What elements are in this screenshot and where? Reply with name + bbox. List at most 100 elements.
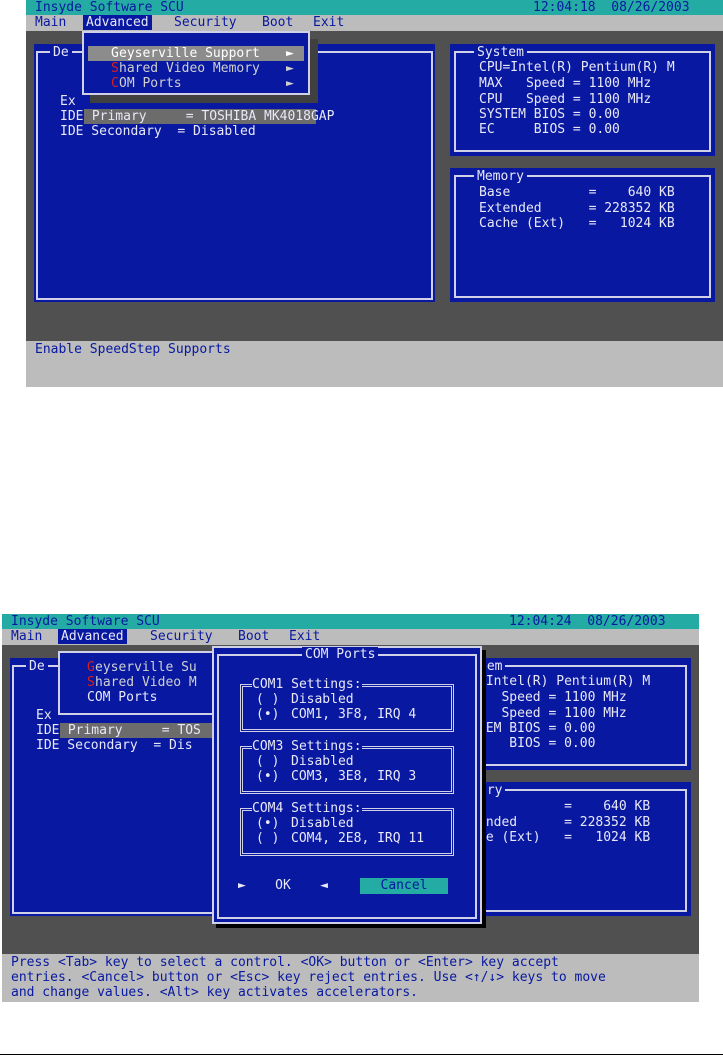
- ok-right-arrow-icon: ◄: [320, 878, 328, 893]
- menu-item-shared-video[interactable]: S hared Video Memory ►: [88, 61, 304, 76]
- system-row: EC BIOS = 0.00: [479, 122, 620, 137]
- system-row: MAX Speed = 1100 MHz: [479, 76, 652, 91]
- system-row: BIOS = 0.00: [478, 736, 596, 751]
- system-row: CPU=Intel(R) Pentium(R) M: [479, 60, 675, 75]
- com3-group-title: COM3 Settings:: [252, 739, 362, 754]
- system-row: SYSTEM BIOS = 0.00: [479, 107, 620, 122]
- menu-exit[interactable]: Exit: [289, 629, 320, 644]
- menu-item-text: eyserville Support: [119, 46, 260, 61]
- status-text: Enable SpeedStep Supports: [35, 342, 231, 357]
- accel-letter: C: [111, 76, 119, 91]
- system-row: TEM BIOS = 0.00: [478, 721, 596, 736]
- menu-security[interactable]: Security: [150, 629, 213, 644]
- com1-group-title: COM1 Settings:: [252, 677, 362, 692]
- submenu-arrow-icon: ►: [286, 61, 294, 76]
- com4-option-port[interactable]: COM4, 2E8, IRQ 11: [291, 831, 424, 846]
- menu-item-com-ports[interactable]: COM Ports: [64, 690, 222, 705]
- cancel-button[interactable]: Cancel: [360, 878, 448, 894]
- memory-row: Extended = 228352 KB: [479, 201, 675, 216]
- title-bar: Insyde Software SCU 12:04:18 08/26/2003: [26, 0, 723, 15]
- com3-option-port[interactable]: COM3, 3E8, IRQ 3: [291, 769, 416, 784]
- com4-group-title: COM4 Settings:: [252, 801, 362, 816]
- system-row: Speed = 1100 MHz: [478, 706, 627, 721]
- memory-row: e = 640 KB: [478, 799, 651, 814]
- ide-secondary-row[interactable]: IDE Secondary = Dis: [36, 738, 193, 753]
- memory-row: he (Ext) = 1024 KB: [478, 830, 651, 845]
- menu-bar: Main Advanced Security Boot Exit: [26, 15, 723, 31]
- status-bar: Enable SpeedStep Supports: [26, 341, 723, 387]
- ok-left-arrow-icon: ►: [238, 878, 246, 893]
- advanced-dropdown: G eyserville Su S hared Video M COM Port…: [58, 651, 228, 715]
- clock: 12:04:24 08/26/2003: [509, 614, 666, 629]
- radio-icon[interactable]: (•): [256, 816, 279, 831]
- status-text-line: and change values. <Alt> key activates a…: [11, 985, 418, 1000]
- com1-option-disabled[interactable]: Disabled: [291, 692, 354, 707]
- radio-icon[interactable]: ( ): [256, 692, 279, 707]
- ide-primary-prefix: IDE: [36, 723, 60, 738]
- ide-primary-row[interactable]: Primary = TOS: [60, 723, 220, 738]
- app-title: Insyde Software SCU: [11, 614, 160, 629]
- menu-exit[interactable]: Exit: [313, 15, 344, 30]
- com4-option-disabled[interactable]: Disabled: [291, 816, 354, 831]
- menu-boot[interactable]: Boot: [262, 15, 293, 30]
- menu-item-text: eyserville Su: [95, 660, 197, 675]
- memory-panel: Memory Base = 640 KB Extended = 228352 K…: [450, 168, 715, 302]
- accel-letter: G: [87, 660, 95, 675]
- accel-letter: S: [111, 61, 119, 76]
- ide-secondary-row[interactable]: IDE Secondary = Disabled: [60, 124, 256, 139]
- ex-label: Ex: [36, 708, 52, 723]
- accel-letter: G: [111, 46, 119, 61]
- com1-option-port[interactable]: COM1, 3F8, IRQ 4: [291, 707, 416, 722]
- dialog-title: COM Ports: [302, 647, 379, 662]
- ide-primary-row[interactable]: Primary = TOSHIBA MK4018GAP: [84, 109, 334, 124]
- submenu-arrow-icon: ►: [286, 46, 294, 61]
- system-title: System: [474, 45, 527, 60]
- menu-item-com-ports[interactable]: C OM Ports ►: [88, 76, 304, 91]
- menu-boot[interactable]: Boot: [238, 629, 269, 644]
- page-divider: [0, 1054, 723, 1055]
- menu-item-shared-video[interactable]: S hared Video M: [64, 675, 222, 690]
- menu-item-text: COM Ports: [87, 690, 158, 705]
- clock: 12:04:18 08/26/2003: [533, 0, 690, 15]
- devices-frame-title: De: [26, 659, 48, 674]
- menu-advanced[interactable]: Advanced: [58, 629, 127, 644]
- devices-frame-title: De: [50, 45, 72, 60]
- menu-advanced[interactable]: Advanced: [83, 15, 152, 30]
- menu-main[interactable]: Main: [35, 15, 66, 30]
- menu-main[interactable]: Main: [11, 629, 42, 644]
- system-panel: tem =Intel(R) Pentium(R) M Speed = 1100 …: [468, 658, 691, 770]
- ide-primary-prefix: IDE: [60, 109, 84, 124]
- memory-panel: ory e = 640 KB ended = 228352 KB he (Ext…: [468, 782, 691, 916]
- menu-item-geyserville[interactable]: G eyserville Support ►: [88, 46, 304, 61]
- status-bar: Press <Tab> key to select a control. <OK…: [2, 954, 699, 1002]
- ex-label: Ex: [60, 94, 76, 109]
- memory-row: ended = 228352 KB: [478, 815, 651, 830]
- status-text-line: Press <Tab> key to select a control. <OK…: [11, 955, 559, 970]
- menu-bar: Main Advanced Security Boot Exit: [2, 629, 699, 645]
- memory-title: Memory: [474, 169, 527, 184]
- ok-button[interactable]: ► OK ◄: [238, 878, 328, 894]
- menu-item-text: hared Video M: [95, 675, 197, 690]
- radio-icon[interactable]: (•): [256, 707, 279, 722]
- screenshot-1: Insyde Software SCU 12:04:18 08/26/2003 …: [26, 0, 723, 387]
- status-text-line: entries. <Cancel> button or <Esc> key re…: [11, 970, 606, 985]
- memory-row: Cache (Ext) = 1024 KB: [479, 216, 675, 231]
- com-ports-dialog: COM Ports COM1 Settings: ( ) Disabled (•…: [212, 646, 482, 924]
- menu-item-geyserville[interactable]: G eyserville Su: [64, 660, 222, 675]
- radio-icon[interactable]: (•): [256, 769, 279, 784]
- menu-item-text: hared Video Memory: [119, 61, 260, 76]
- menu-item-text: OM Ports: [119, 76, 182, 91]
- menu-security[interactable]: Security: [174, 15, 237, 30]
- system-row: CPU Speed = 1100 MHz: [479, 92, 652, 107]
- ok-label: OK: [275, 878, 291, 893]
- screenshot-2: Insyde Software SCU 12:04:24 08/26/2003 …: [2, 614, 699, 1002]
- radio-icon[interactable]: ( ): [256, 754, 279, 769]
- system-row: Speed = 1100 MHz: [478, 690, 627, 705]
- com3-option-disabled[interactable]: Disabled: [291, 754, 354, 769]
- accel-letter: S: [87, 675, 95, 690]
- title-bar: Insyde Software SCU 12:04:24 08/26/2003: [2, 614, 699, 629]
- submenu-arrow-icon: ►: [286, 76, 294, 91]
- radio-icon[interactable]: ( ): [256, 831, 279, 846]
- system-panel: System CPU=Intel(R) Pentium(R) M MAX Spe…: [450, 44, 715, 156]
- system-row: =Intel(R) Pentium(R) M: [478, 674, 651, 689]
